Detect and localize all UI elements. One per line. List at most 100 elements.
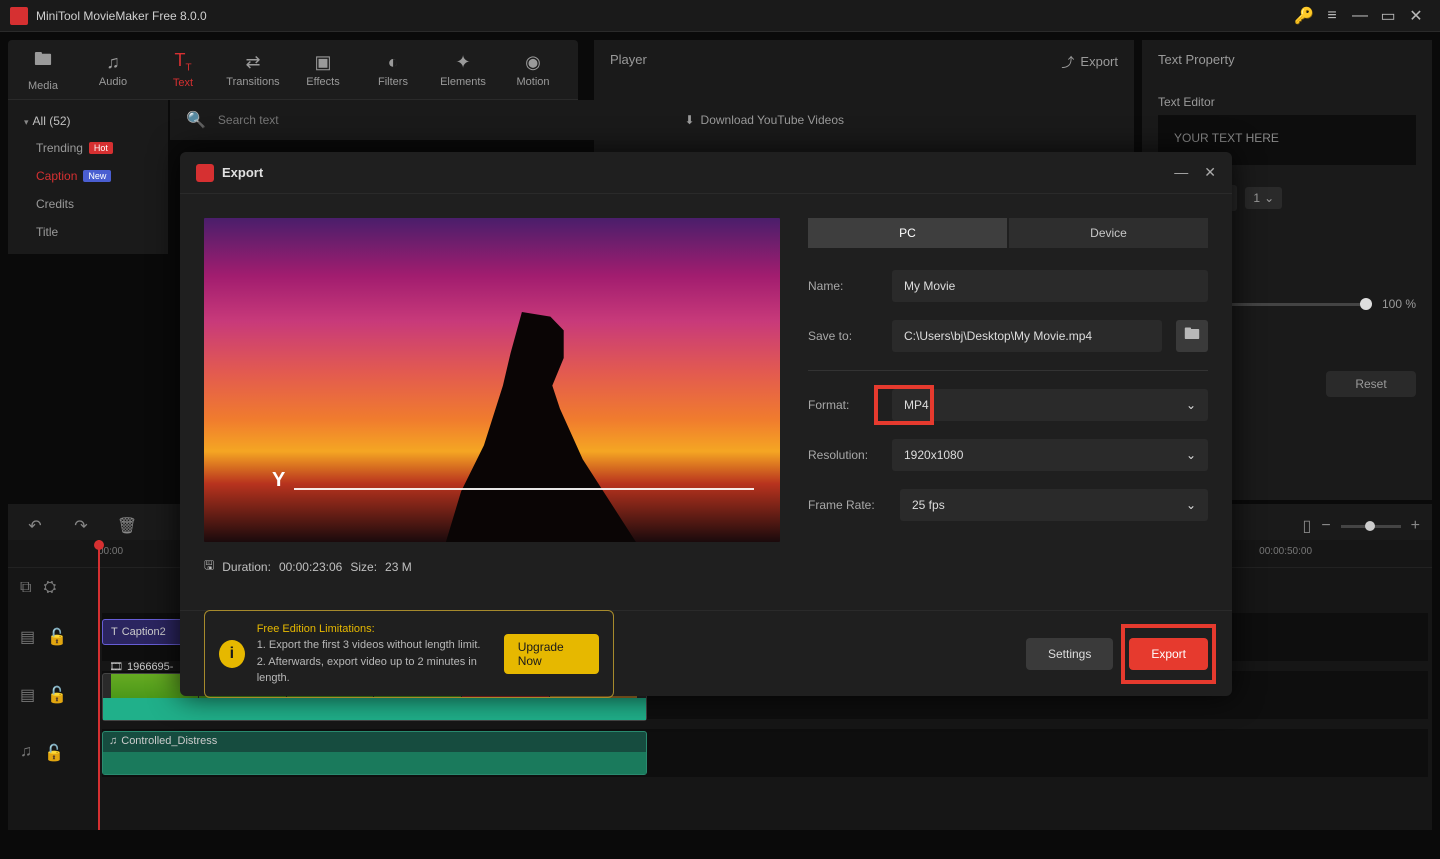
export-confirm-button[interactable]: Export [1129,638,1208,670]
download-youtube-button[interactable]: ⬇Download YouTube Videos [684,113,844,127]
sidebar-item-credits[interactable]: Credits [8,190,168,218]
sidebar-item-title[interactable]: Title [8,218,168,246]
minimize-icon[interactable]: — [1346,4,1374,28]
zoom-in-button[interactable]: + [1411,517,1420,535]
zoom-out-button[interactable]: − [1321,517,1330,535]
tab-effects[interactable]: ▣ Effects [288,40,358,99]
key-icon[interactable]: 🔑 [1290,4,1318,28]
sidebar-item-caption[interactable]: CaptionNew [8,162,168,190]
dialog-header: Export — ✕ [180,152,1232,194]
tab-effects-label: Effects [306,76,339,88]
effects-icon: ▣ [314,52,331,73]
sidebar-item-label: Caption [36,169,77,183]
chevron-down-icon: ⌄ [1264,191,1274,205]
upgrade-button[interactable]: Upgrade Now [504,634,599,674]
maximize-icon[interactable]: ▭ [1374,4,1402,28]
dialog-body: Y 🖫 Duration: 00:00:23:06 Size: 23 M PC … [180,194,1232,610]
audio-track[interactable]: ♫Controlled_Distress [102,729,1428,777]
name-label: Name: [808,279,878,293]
close-icon[interactable]: ✕ [1402,4,1430,28]
name-input[interactable] [892,270,1208,302]
search-input[interactable] [218,113,373,127]
film-icon: 🎞 [109,660,123,673]
tab-motion[interactable]: ◉Motion [498,40,568,99]
preview-meta: 🖫 Duration: 00:00:23:06 Size: 23 M [204,556,780,577]
sidebar-item-trending[interactable]: TrendingHot [8,134,168,162]
sidebar-all-label: All (52) [33,114,71,128]
audio-clip[interactable]: ♫Controlled_Distress [102,731,647,775]
toolbar: 🖿Media ♫Audio TTText ⇄Transitions ▣ Effec… [8,40,578,100]
caption-clip[interactable]: TCaption2 [102,619,186,645]
app-logo-icon [10,7,28,25]
track-menu-icon[interactable]: ▤ [20,627,35,647]
track-menu-icon[interactable]: ▤ [20,685,35,705]
minimize-icon[interactable]: — [1174,164,1188,181]
playhead[interactable] [98,540,100,830]
tab-elements[interactable]: ✦Elements [428,40,498,99]
lines-value: 1 [1253,191,1260,205]
opacity-value: 100 % [1382,297,1416,311]
chevron-down-icon: ▾ [24,117,29,127]
time-mark: 00:00:50:00 [1259,540,1432,567]
audio-wave [103,752,646,774]
export-label: Export [1080,54,1118,69]
music-icon[interactable]: ♫ [20,743,32,763]
tab-media[interactable]: 🖿Media [8,40,78,99]
undo-button[interactable]: ↶ [20,516,50,536]
export-button[interactable]: ⤴Export [1061,52,1118,71]
limitation-notice: i Free Edition Limitations: 1. Export th… [204,610,614,698]
filters-icon: ◐ [388,52,399,73]
music-icon: ♫ [109,735,117,747]
add-track-icon[interactable]: ⧉ [20,579,31,597]
lock-icon[interactable]: 🔓 [47,685,67,705]
resolution-value: 1920x1080 [904,448,963,462]
tab-text-label: Text [173,77,193,89]
tab-transitions[interactable]: ⇄Transitions [218,40,288,99]
close-icon[interactable]: ✕ [1204,164,1216,181]
frame-icon[interactable]: ▯ [1303,516,1312,536]
tab-device[interactable]: Device [1009,218,1208,248]
panel-title: Text Property [1158,52,1416,67]
limitation-line2: 2. Afterwards, export video up to 2 minu… [257,654,492,687]
app-title: MiniTool MovieMaker Free 8.0.0 [36,9,1290,23]
tab-filters[interactable]: ◐Filters [358,40,428,99]
redo-button[interactable]: ↷ [66,516,96,536]
export-tabs: PC Device [808,218,1208,248]
size-label: Size: [350,560,377,574]
save-to-input[interactable] [892,320,1162,352]
reset-button[interactable]: Reset [1326,371,1416,397]
tab-transitions-label: Transitions [226,76,279,88]
settings-button[interactable]: Settings [1026,638,1113,670]
delete-button[interactable]: 🗑 [112,516,142,536]
sidebar-all[interactable]: ▾ All (52) [8,108,168,134]
search-icon: 🔍 [186,110,206,130]
zoom-thumb[interactable] [1365,521,1375,531]
clip-label: 1966695- [127,661,174,673]
format-select[interactable]: MP4 ⌄ [892,389,1208,421]
content-bar: 🔍 ⬇Download YouTube Videos [170,100,860,140]
sidebar-item-label: Trending [36,141,83,155]
lines-select[interactable]: 1⌄ [1245,187,1282,209]
menu-icon[interactable]: ≡ [1318,4,1346,28]
chevron-down-icon: ⌄ [1186,498,1196,512]
lock-icon[interactable]: 🔓 [44,743,64,763]
slider-thumb[interactable] [1360,298,1372,310]
size-value: 23 M [385,560,412,574]
zoom-slider[interactable] [1341,525,1401,528]
dialog-title: Export [222,165,263,180]
tab-audio[interactable]: ♫Audio [78,40,148,99]
resolution-select[interactable]: 1920x1080⌄ [892,439,1208,471]
limitation-text: Free Edition Limitations: 1. Export the … [257,621,492,687]
export-form: PC Device Name: Save to: 🖿 Format: MP4⌄ … [808,218,1208,586]
chevron-down-icon: ⌄ [1186,398,1196,412]
format-value: MP4 [904,398,929,412]
tab-pc[interactable]: PC [808,218,1007,248]
tab-text[interactable]: TTText [148,40,218,99]
folder-icon: 🖿 [1184,323,1200,350]
sidebar: ▾ All (52) TrendingHot CaptionNew Credits… [8,100,168,254]
track-settings-icon[interactable]: ⛭ [43,579,56,597]
lock-icon[interactable]: 🔓 [47,627,67,647]
framerate-select[interactable]: 25 fps⌄ [900,489,1208,521]
browse-button[interactable]: 🖿 [1176,320,1208,352]
framerate-label: Frame Rate: [808,498,886,512]
